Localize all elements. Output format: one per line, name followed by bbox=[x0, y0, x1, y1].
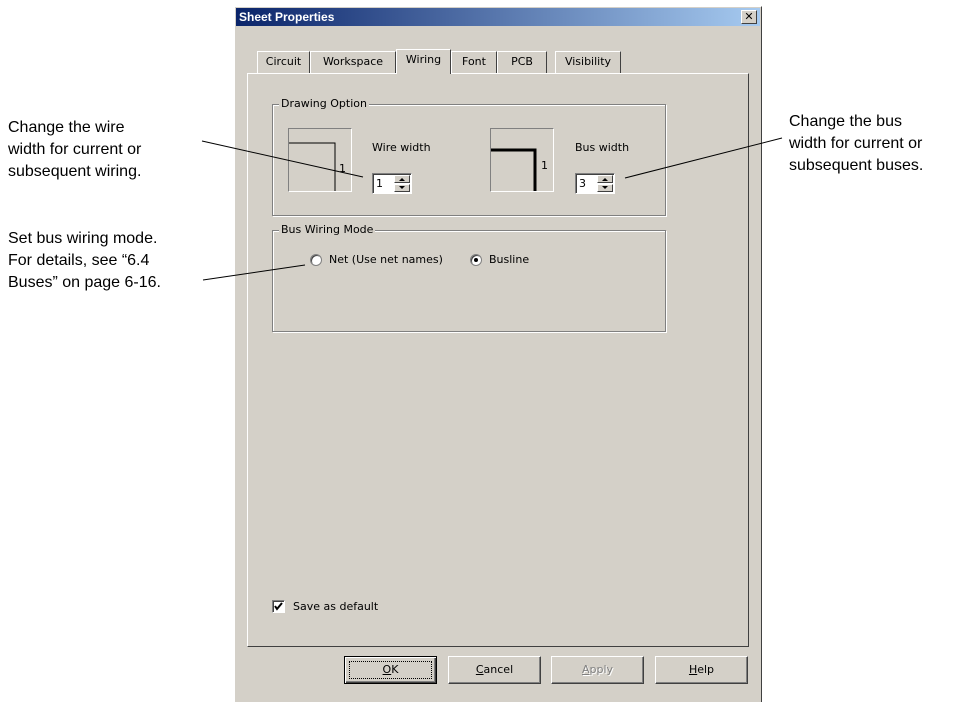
bus-wiring-mode-label: Bus Wiring Mode bbox=[279, 223, 376, 236]
annotation-line: Change the bus bbox=[789, 113, 902, 130]
apply-rest: pply bbox=[589, 663, 614, 676]
focus-rect bbox=[349, 661, 432, 679]
annotation-line: For details, see “6.4 bbox=[8, 252, 150, 269]
spin-up-button[interactable] bbox=[597, 175, 613, 183]
cancel-accel: C bbox=[475, 663, 484, 676]
annotation-line: subsequent buses. bbox=[789, 157, 924, 174]
busline-radio[interactable] bbox=[470, 254, 482, 266]
dialog-title: Sheet Properties bbox=[239, 10, 335, 24]
tab-pcb[interactable]: PCB bbox=[497, 51, 547, 73]
annotation-line: Buses” on page 6-16. bbox=[8, 274, 161, 291]
tab-visibility[interactable]: Visibility bbox=[555, 51, 621, 73]
wire-width-label: Wire width bbox=[372, 141, 431, 154]
mode-annotation: Set bus wiring mode. For details, see “6… bbox=[8, 228, 161, 294]
spin-down-button[interactable] bbox=[597, 184, 613, 192]
bus-width-label: Bus width bbox=[575, 141, 630, 154]
annotation-line: width for current or bbox=[789, 135, 923, 152]
spin-down-button[interactable] bbox=[394, 184, 410, 192]
help-rest: elp bbox=[697, 663, 715, 676]
bus-annotation: Change the bus width for current or subs… bbox=[789, 111, 923, 177]
drawing-option-group: Drawing Option 1 Wire width 1 1 Bus widt… bbox=[272, 97, 666, 216]
busline-label[interactable]: Busline bbox=[489, 253, 529, 266]
wiring-tab-panel: Drawing Option 1 Wire width 1 1 Bus widt… bbox=[247, 73, 749, 647]
drawing-option-label: Drawing Option bbox=[279, 97, 369, 110]
tab-circuit[interactable]: Circuit bbox=[257, 51, 310, 73]
tab-font[interactable]: Font bbox=[451, 51, 497, 73]
help-accel: H bbox=[688, 663, 698, 676]
bus-width-spinner[interactable]: 3 bbox=[575, 173, 615, 194]
wire-width-preview: 1 bbox=[288, 128, 352, 192]
close-button[interactable]: ✕ bbox=[741, 10, 757, 24]
tab-workspace[interactable]: Workspace bbox=[310, 51, 396, 73]
net-names-radio[interactable] bbox=[310, 254, 322, 266]
apply-label: Apply bbox=[582, 663, 613, 676]
wire-preview-number: 1 bbox=[339, 162, 346, 175]
tab-label: PCB bbox=[511, 55, 533, 68]
net-names-label[interactable]: Net (Use net names) bbox=[329, 253, 443, 266]
sheet-properties-dialog: Sheet Properties ✕ Circuit Workspace Wir… bbox=[234, 6, 762, 702]
save-default-checkbox[interactable] bbox=[272, 600, 285, 613]
tab-label: Workspace bbox=[322, 55, 384, 68]
tab-wiring[interactable]: Wiring bbox=[396, 49, 451, 74]
radio-selected-dot bbox=[474, 258, 478, 262]
spin-up-button[interactable] bbox=[394, 175, 410, 183]
bus-width-preview: 1 bbox=[490, 128, 554, 192]
wire-width-spinner[interactable]: 1 bbox=[372, 173, 412, 194]
help-button[interactable]: Help bbox=[655, 656, 748, 684]
tab-label: Wiring bbox=[405, 53, 442, 66]
title-bar[interactable]: Sheet Properties ✕ bbox=[236, 8, 760, 26]
close-icon: ✕ bbox=[744, 10, 754, 23]
tab-label: Circuit bbox=[265, 55, 302, 68]
bus-wiring-mode-group: Bus Wiring Mode Net (Use net names) Busl… bbox=[272, 223, 666, 332]
cancel-rest: ancel bbox=[483, 663, 514, 676]
apply-button[interactable]: Apply bbox=[551, 656, 644, 684]
wire-width-value: 1 bbox=[376, 177, 383, 190]
annotation-line: Set bus wiring mode. bbox=[8, 230, 158, 247]
cancel-button[interactable]: Cancel bbox=[448, 656, 541, 684]
annotation-line: subsequent wiring. bbox=[8, 163, 142, 180]
ok-button[interactable]: OK bbox=[344, 656, 437, 684]
save-default-label[interactable]: Save as default bbox=[293, 600, 378, 613]
tab-label: Visibility bbox=[564, 55, 612, 68]
apply-accel: A bbox=[581, 663, 590, 676]
annotation-line: Change the wire bbox=[8, 119, 125, 136]
help-label: Help bbox=[689, 663, 714, 676]
annotation-line: width for current or bbox=[8, 141, 142, 158]
tab-label: Font bbox=[462, 55, 486, 68]
cancel-label: Cancel bbox=[476, 663, 513, 676]
checkmark-icon bbox=[274, 602, 283, 611]
bus-width-value: 3 bbox=[579, 177, 586, 190]
wire-annotation: Change the wire width for current or sub… bbox=[8, 117, 141, 183]
bus-preview-number: 1 bbox=[541, 159, 548, 172]
